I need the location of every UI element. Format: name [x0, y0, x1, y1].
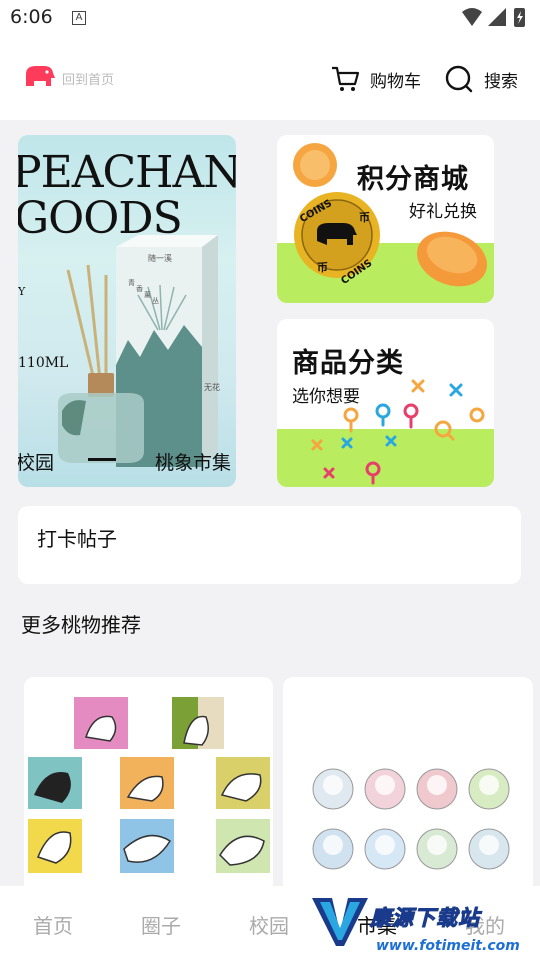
tab-home[interactable]: 首页	[33, 910, 73, 939]
banner-caption-campus: 校园	[18, 452, 55, 474]
header: 回到首页 购物车 搜索	[0, 36, 540, 120]
tab-campus[interactable]: 校园	[249, 910, 289, 939]
status-bar: 6:06 A	[0, 0, 540, 36]
recommend-section-title: 更多桃物推荐	[21, 613, 141, 637]
cart-label: 购物车	[370, 71, 421, 92]
box-label-fragrance: 青	[128, 278, 135, 287]
points-mall-title: 积分商城	[357, 164, 469, 195]
banner-dash	[88, 458, 116, 461]
category-decor-icons	[311, 379, 485, 485]
box-label: 随一溪	[148, 253, 172, 263]
svg-text:丛: 丛	[152, 296, 159, 305]
status-icons	[460, 6, 530, 34]
search-button[interactable]: 搜索	[444, 64, 518, 94]
watermark: 康源下载站 www.fotimeit.com	[300, 886, 532, 960]
svg-text:无花: 无花	[204, 382, 220, 392]
promo-banner[interactable]: PEACHANT GOODS Y 110ML 随一溪 青 香 薰 丛 无花 校园…	[18, 135, 236, 487]
wifi-icon	[462, 8, 482, 26]
cart-button[interactable]: 购物车	[330, 64, 421, 94]
watermark-url: www.fotimeit.com	[376, 938, 520, 954]
search-label: 搜索	[484, 71, 518, 92]
signal-icon	[488, 8, 506, 26]
checkin-posts-label: 打卡帖子	[37, 527, 117, 551]
cart-icon	[332, 66, 360, 91]
product-card-stickers[interactable]	[24, 677, 273, 897]
points-mall-subtitle: 好礼兑换	[409, 202, 477, 222]
notification-icon: A	[72, 11, 86, 25]
elephant-logo-icon[interactable]	[22, 64, 56, 94]
product-image-cat-stickers	[28, 697, 270, 873]
banner-caption-market: 桃象市集	[155, 452, 232, 474]
tab-circle[interactable]: 圈子	[141, 910, 181, 939]
status-time: 6:06	[10, 6, 53, 28]
watermark-title: 康源下载站	[370, 906, 480, 931]
svg-text:薰: 薰	[144, 290, 151, 299]
watermark-logo-icon	[312, 898, 368, 946]
checkin-posts-card[interactable]: 打卡帖子	[18, 506, 521, 584]
back-home-link[interactable]: 回到首页	[62, 69, 114, 88]
points-mall-card[interactable]: COINS COINS 币 币 积分商城 好礼兑换	[277, 135, 494, 303]
search-icon	[445, 65, 473, 93]
svg-text:币: 币	[317, 261, 328, 274]
svg-text:香: 香	[136, 284, 143, 293]
product-image-washi-tapes	[312, 768, 510, 870]
product-card-tapes[interactable]	[283, 677, 533, 897]
svg-text:币: 币	[359, 211, 370, 224]
category-card[interactable]: 商品分类 选你想要	[277, 319, 494, 487]
diffuser-illustration: 随一溪 青 香 薰 丛 无花	[58, 235, 220, 467]
